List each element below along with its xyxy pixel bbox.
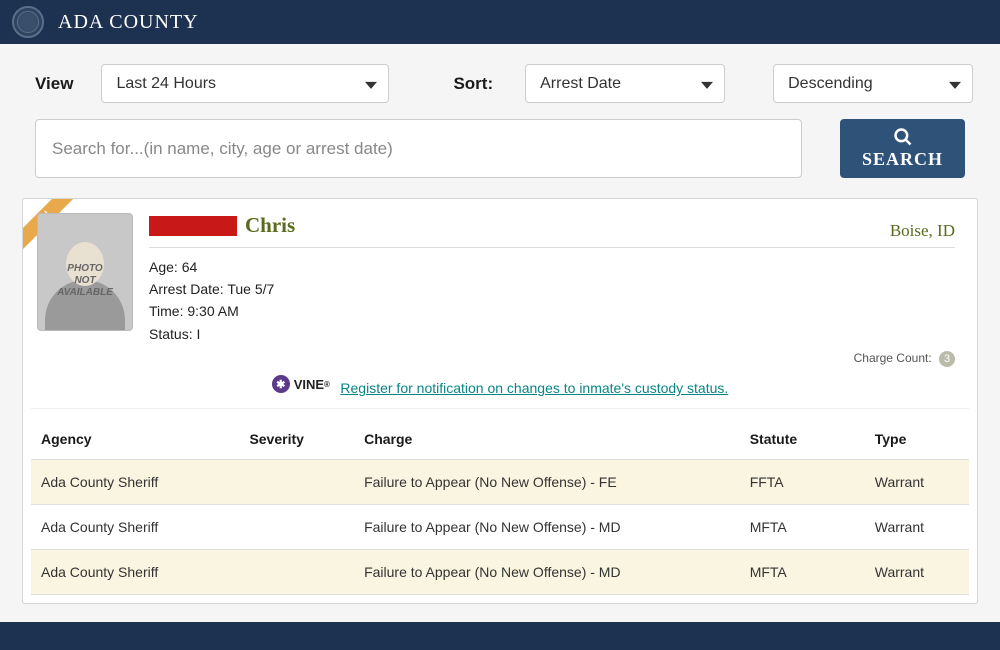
col-type-header: Type [865,419,969,460]
table-header-row: Agency Severity Charge Statute Type [31,419,969,460]
cell-agency: Ada County Sheriff [31,505,239,550]
cell-type: Warrant [865,550,969,595]
sort-label: Sort: [453,74,493,94]
table-row: Ada County Sheriff Failure to Appear (No… [31,505,969,550]
vine-register-link[interactable]: Register for notification on changes to … [340,380,728,396]
cell-severity [239,550,354,595]
mugshot-placeholder: PHOTO NOT AVAILABLE [37,213,133,331]
order-select-wrap: Descending [773,64,973,103]
cell-charge: Failure to Appear (No New Offense) - MD [354,550,740,595]
header-title: ADA COUNTY [58,11,199,34]
col-severity-header: Severity [239,419,354,460]
cell-agency: Ada County Sheriff [31,460,239,505]
inmate-first-name[interactable]: Chris [245,213,295,238]
view-select[interactable]: Last 24 Hours [101,64,389,103]
vine-logo: VINE® [272,375,330,393]
sort-group: Sort: Arrest Date [453,64,725,103]
photo-not-available-text: PHOTO NOT AVAILABLE [57,263,113,299]
vine-logo-icon [272,375,290,393]
search-icon [893,127,913,147]
charge-count-badge: 3 [939,351,955,367]
search-button[interactable]: SEARCH [840,119,965,178]
county-seal-icon [12,6,44,38]
cell-charge: Failure to Appear (No New Offense) - MD [354,505,740,550]
cell-type: Warrant [865,505,969,550]
cell-agency: Ada County Sheriff [31,550,239,595]
charges-table: Agency Severity Charge Statute Type Ada … [31,419,969,595]
inmate-card: PHOTO NOT AVAILABLE Chris Boise, ID Age:… [22,198,978,604]
view-select-wrap: Last 24 Hours [101,64,389,103]
charge-count-row: Charge Count: 3 [23,351,977,371]
order-group: Descending [773,64,973,103]
cell-statute: MFTA [740,505,865,550]
status-row: Status: I [149,323,955,345]
charge-count-label: Charge Count: [854,351,932,365]
col-agency-header: Agency [31,419,239,460]
inmate-info: Chris Boise, ID Age: 64 Arrest Date: Tue… [149,213,955,345]
search-row: SEARCH [0,113,1000,190]
sort-select[interactable]: Arrest Date [525,64,725,103]
sort-select-wrap: Arrest Date [525,64,725,103]
footer-bar [0,622,1000,650]
arrest-date-row: Arrest Date: Tue 5/7 [149,278,955,300]
cell-type: Warrant [865,460,969,505]
order-select[interactable]: Descending [773,64,973,103]
cell-charge: Failure to Appear (No New Offense) - FE [354,460,740,505]
card-top: PHOTO NOT AVAILABLE Chris Boise, ID Age:… [23,199,977,351]
col-charge-header: Charge [354,419,740,460]
cell-statute: MFTA [740,550,865,595]
age-row: Age: 64 [149,256,955,278]
filter-controls: View Last 24 Hours Sort: Arrest Date Des… [0,44,1000,113]
table-row: Ada County Sheriff Failure to Appear (No… [31,460,969,505]
search-button-label: SEARCH [862,149,943,170]
cell-severity [239,460,354,505]
cell-severity [239,505,354,550]
table-row: Ada County Sheriff Failure to Appear (No… [31,550,969,595]
name-left: Chris [149,213,295,238]
inmate-meta: Age: 64 Arrest Date: Tue 5/7 Time: 9:30 … [149,256,955,346]
view-label: View [35,74,73,94]
cell-statute: FFTA [740,460,865,505]
time-row: Time: 9:30 AM [149,300,955,322]
search-input[interactable] [35,119,802,178]
header-bar: ADA COUNTY [0,0,1000,44]
col-statute-header: Statute [740,419,865,460]
inmate-location: Boise, ID [890,221,955,241]
vine-row: VINE® Register for notification on chang… [31,371,969,409]
name-row: Chris Boise, ID [149,213,955,248]
redacted-surname [149,216,237,236]
